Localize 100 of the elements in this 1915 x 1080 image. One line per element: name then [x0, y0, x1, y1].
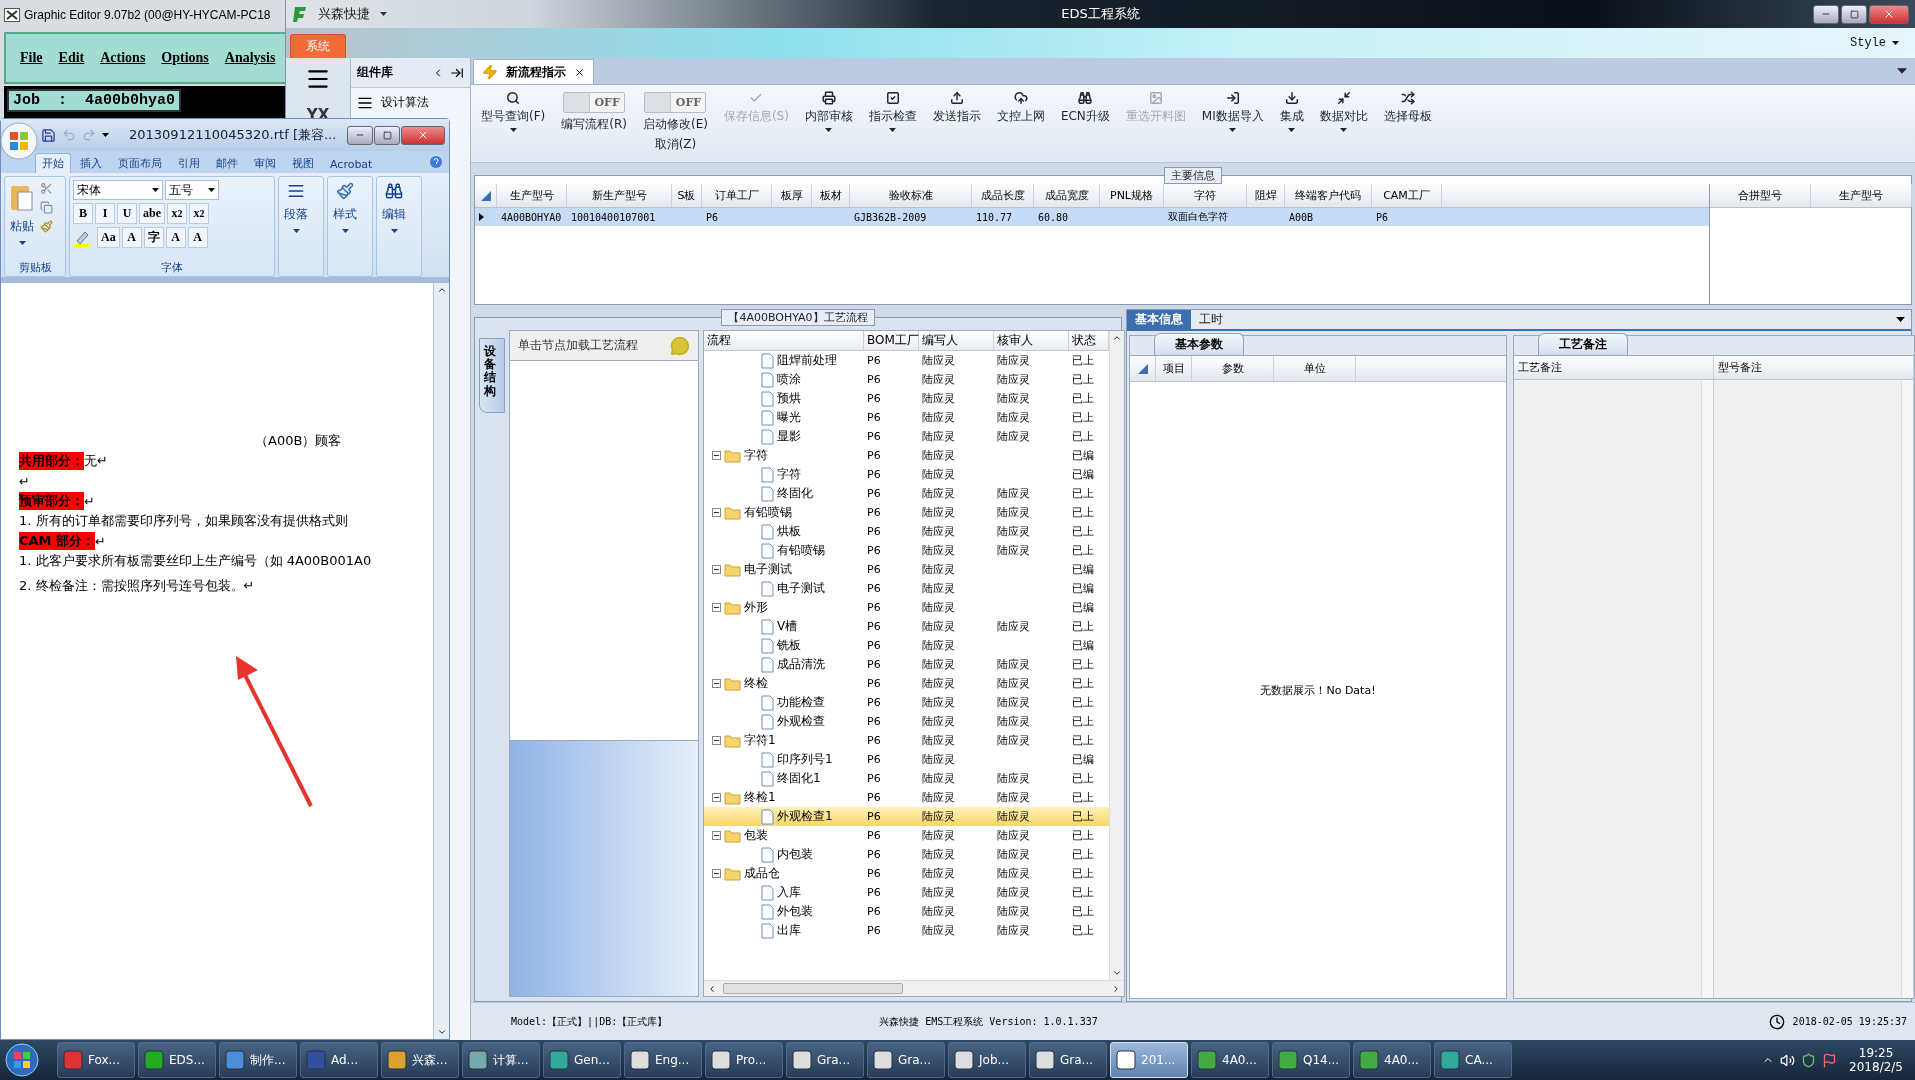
- tree-row[interactable]: 阻焊前处理 P6 陆应灵 陆应灵 已上: [704, 351, 1109, 370]
- close-button[interactable]: [1869, 4, 1909, 24]
- tree-row[interactable]: 功能检查 P6 陆应灵 陆应灵 已上: [704, 693, 1109, 712]
- tree-row[interactable]: 内包装 P6 陆应灵 陆应灵 已上: [704, 845, 1109, 864]
- collapse-toggle[interactable]: [712, 831, 721, 840]
- document-tab[interactable]: 新流程指示: [473, 59, 594, 84]
- taskbar-button[interactable]: Gra...: [1029, 1042, 1107, 1078]
- collapse-toggle[interactable]: [712, 565, 721, 574]
- toolbar-button[interactable]: 数据对比: [1315, 89, 1372, 134]
- font-name-field[interactable]: 宋体: [73, 180, 163, 200]
- scroll-thumb[interactable]: [723, 983, 903, 994]
- tree-row[interactable]: 成品仓 P6 陆应灵 陆应灵 已上: [704, 864, 1109, 883]
- tree-row[interactable]: 电子测试 P6 陆应灵 已编: [704, 579, 1109, 598]
- start-button[interactable]: [4, 1042, 40, 1078]
- tree-row[interactable]: 曝光 P6 陆应灵 陆应灵 已上: [704, 408, 1109, 427]
- component-item[interactable]: 设计算法: [351, 88, 470, 117]
- style-menu[interactable]: Style: [1844, 35, 1905, 51]
- collapse-toggle[interactable]: [712, 451, 721, 460]
- toolbar-button[interactable]: 指示检查: [864, 89, 921, 134]
- maximize-button[interactable]: [374, 125, 400, 145]
- tree-row[interactable]: 终固化 P6 陆应灵 陆应灵 已上: [704, 484, 1109, 503]
- taskbar-button[interactable]: Gra...: [786, 1042, 864, 1078]
- format-button[interactable]: 字: [143, 227, 164, 248]
- toolbar-button[interactable]: 集成: [1275, 89, 1308, 134]
- tree-row[interactable]: V槽 P6 陆应灵 陆应灵 已上: [704, 617, 1109, 636]
- tree-row[interactable]: 显影 P6 陆应灵 陆应灵 已上: [704, 427, 1109, 446]
- tree-row[interactable]: 印序列号1 P6 陆应灵 已编: [704, 750, 1109, 769]
- menu-item[interactable]: Actions: [100, 50, 146, 66]
- ribbon-tab[interactable]: 邮件: [209, 153, 245, 173]
- format-button[interactable]: U: [117, 203, 137, 224]
- tree-row[interactable]: 字符 P6 陆应灵 已编: [704, 465, 1109, 484]
- tree-row[interactable]: 外观检查 P6 陆应灵 陆应灵 已上: [704, 712, 1109, 731]
- taskbar-button[interactable]: 兴森...: [381, 1042, 459, 1078]
- collapse-toggle[interactable]: [712, 793, 721, 802]
- taskbar-button[interactable]: 4A0...: [1353, 1042, 1431, 1078]
- taskbar-button[interactable]: 4A0...: [1191, 1042, 1269, 1078]
- collapse-toggle[interactable]: [712, 603, 721, 612]
- menu-item[interactable]: Analysis: [224, 50, 276, 66]
- format-button[interactable]: Aa: [97, 227, 120, 248]
- tree-row[interactable]: 有铅喷锡 P6 陆应灵 陆应灵 已上: [704, 541, 1109, 560]
- tree-row[interactable]: 烘板 P6 陆应灵 陆应灵 已上: [704, 522, 1109, 541]
- taskbar-button[interactable]: Fox...: [57, 1042, 135, 1078]
- maximize-button[interactable]: [1841, 4, 1867, 24]
- format-button[interactable]: I: [95, 203, 115, 224]
- tree-row[interactable]: 铣板 P6 陆应灵 已编: [704, 636, 1109, 655]
- tree-row[interactable]: 预烘 P6 陆应灵 陆应灵 已上: [704, 389, 1109, 408]
- toggle-switch[interactable]: OFF: [644, 92, 707, 113]
- side-tab[interactable]: 设备结构: [479, 338, 505, 413]
- taskbar-button[interactable]: Pro...: [705, 1042, 783, 1078]
- tree-row[interactable]: 外包装 P6 陆应灵 陆应灵 已上: [704, 902, 1109, 921]
- tab[interactable]: 工时: [1191, 310, 1231, 329]
- tree-row[interactable]: 入库 P6 陆应灵 陆应灵 已上: [704, 883, 1109, 902]
- ribbon-tab[interactable]: 页面布局: [111, 153, 169, 173]
- font-size-field[interactable]: 五号: [165, 180, 219, 200]
- taskbar-button[interactable]: Eng...: [624, 1042, 702, 1078]
- tree-row[interactable]: 包装 P6 陆应灵 陆应灵 已上: [704, 826, 1109, 845]
- toolbar-button[interactable]: 型号查询(F): [477, 89, 550, 134]
- toolbar-button[interactable]: 选择母板: [1379, 89, 1436, 127]
- toolbar-button[interactable]: 文控上网: [992, 89, 1049, 127]
- collapse-toggle[interactable]: [712, 869, 721, 878]
- toolbar-button[interactable]: 内部审核: [800, 89, 857, 134]
- tree-row[interactable]: 有铅喷锡 P6 陆应灵 陆应灵 已上: [704, 503, 1109, 522]
- toolbar-button[interactable]: 发送指示: [928, 89, 985, 127]
- format-button[interactable]: B: [73, 203, 93, 224]
- tree-row[interactable]: 终固化1 P6 陆应灵 陆应灵 已上: [704, 769, 1109, 788]
- tree-row[interactable]: 喷涂 P6 陆应灵 陆应灵 已上: [704, 370, 1109, 389]
- collapse-toggle[interactable]: [712, 508, 721, 517]
- paste-button[interactable]: 粘贴: [8, 180, 36, 257]
- taskbar-button[interactable]: Job...: [948, 1042, 1026, 1078]
- ribbon-tab[interactable]: 引用: [171, 153, 207, 173]
- taskbar-button[interactable]: Q14...: [1272, 1042, 1350, 1078]
- toggle-switch[interactable]: OFF: [563, 92, 626, 113]
- tree-row[interactable]: 字符1 P6 陆应灵 陆应灵 已上: [704, 731, 1109, 750]
- taskbar-button[interactable]: Gen...: [543, 1042, 621, 1078]
- toolbar-button[interactable]: MI数据导入: [1197, 89, 1268, 134]
- taskbar-button[interactable]: Gra...: [867, 1042, 945, 1078]
- ribbon-tab[interactable]: 开始: [35, 153, 71, 173]
- format-button[interactable]: A: [165, 227, 186, 248]
- sub-tab[interactable]: 基本参数: [1154, 333, 1244, 355]
- taskbar-button[interactable]: Ad...: [300, 1042, 378, 1078]
- taskbar-button[interactable]: 制作...: [219, 1042, 297, 1078]
- tree-row[interactable]: 终检 P6 陆应灵 陆应灵 已上: [704, 674, 1109, 693]
- tab[interactable]: 基本信息: [1127, 310, 1191, 329]
- format-button[interactable]: A: [187, 227, 208, 248]
- table-row[interactable]: 4A00BOHYA0 10010400107001 P6 GJB362B-2009 110.77 60.80 双面白色字符 A00B P6: [475, 208, 1709, 226]
- tree-row[interactable]: 字符 P6 陆应灵 已编: [704, 446, 1109, 465]
- taskbar-button[interactable]: EDS...: [138, 1042, 216, 1078]
- toolbar-button[interactable]: ECN升级: [1056, 89, 1114, 127]
- tree-row[interactable]: 成品清洗 P6 陆应灵 陆应灵 已上: [704, 655, 1109, 674]
- menu-item[interactable]: File: [20, 50, 43, 66]
- ribbon-tab[interactable]: Acrobat: [323, 155, 380, 173]
- collapse-toggle[interactable]: [712, 679, 721, 688]
- taskbar-button[interactable]: 计算...: [462, 1042, 540, 1078]
- taskbar-button[interactable]: CA...: [1434, 1042, 1512, 1078]
- minimize-button[interactable]: [347, 125, 373, 145]
- close-button[interactable]: [401, 125, 445, 145]
- tree-row[interactable]: 外观检查1 P6 陆应灵 陆应灵 已上: [704, 807, 1109, 826]
- ribbon-tab[interactable]: 审阅: [247, 153, 283, 173]
- format-button[interactable]: abe: [139, 203, 165, 224]
- tree-row[interactable]: 电子测试 P6 陆应灵 已编: [704, 560, 1109, 579]
